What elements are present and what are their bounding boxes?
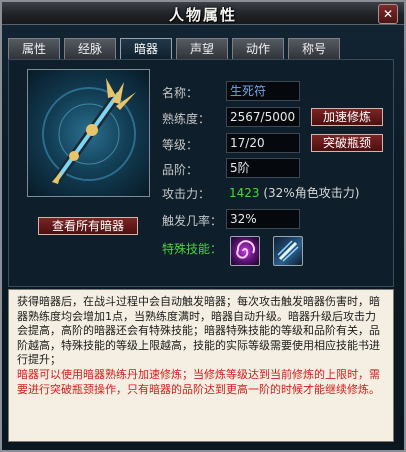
- tab-reputation[interactable]: 声望: [176, 38, 228, 59]
- skill-slot-1[interactable]: [230, 236, 260, 266]
- tab-hidden-weapon[interactable]: 暗器: [120, 38, 172, 61]
- speed-train-button[interactable]: 加速修炼: [311, 108, 383, 126]
- attack-note: (32%角色攻击力): [259, 186, 360, 200]
- tab-meridians[interactable]: 经脉: [64, 38, 116, 59]
- attack-value: 1423 (32%角色攻击力): [229, 184, 359, 201]
- close-icon: ✕: [382, 7, 394, 21]
- attack-label: 攻击力：: [162, 187, 211, 201]
- attack-number: 1423: [229, 186, 260, 200]
- proficiency-label: 熟练度：: [162, 112, 211, 126]
- weapon-icon: [42, 78, 136, 184]
- special-skill-label: 特殊技能：: [162, 242, 223, 256]
- name-value: 生死符: [226, 81, 300, 101]
- name-label: 名称：: [162, 86, 199, 100]
- tab-titles[interactable]: 称号: [288, 38, 340, 59]
- level-label: 等级：: [162, 138, 199, 152]
- window-title: 人物属性: [168, 6, 237, 24]
- slash-skill-icon: [277, 240, 299, 262]
- title-bar[interactable]: 人物属性 ✕: [2, 2, 404, 25]
- description-warning: 暗器可以使用暗器熟练丹加速修炼；当修炼等级达到当前修炼的上限时，需要进行突破瓶颈…: [17, 367, 380, 396]
- trigger-value: 32%: [226, 209, 300, 229]
- tab-attributes[interactable]: 属性: [8, 38, 60, 59]
- tab-actions[interactable]: 动作: [232, 38, 284, 59]
- grade-value: 5阶: [226, 158, 300, 178]
- level-value: 17/20: [226, 133, 300, 153]
- spiral-skill-icon: [236, 240, 255, 259]
- weapon-portrait: [27, 69, 150, 197]
- trigger-label: 触发几率：: [162, 214, 223, 228]
- breakthrough-button[interactable]: 突破瓶颈: [311, 134, 383, 152]
- description-box: 获得暗器后，在战斗过程中会自动触发暗器；每次攻击触发暗器伤害时，暗器熟练度均会增…: [8, 289, 394, 442]
- close-button[interactable]: ✕: [378, 4, 398, 24]
- grade-label: 品阶：: [162, 163, 199, 177]
- description-text: 获得暗器后，在战斗过程中会自动触发暗器；每次攻击触发暗器伤害时，暗器熟练度均会增…: [17, 295, 380, 367]
- skill-slot-2[interactable]: [273, 236, 303, 266]
- proficiency-value: 2567/5000: [226, 107, 300, 127]
- view-all-weapons-button[interactable]: 查看所有暗器: [38, 217, 138, 235]
